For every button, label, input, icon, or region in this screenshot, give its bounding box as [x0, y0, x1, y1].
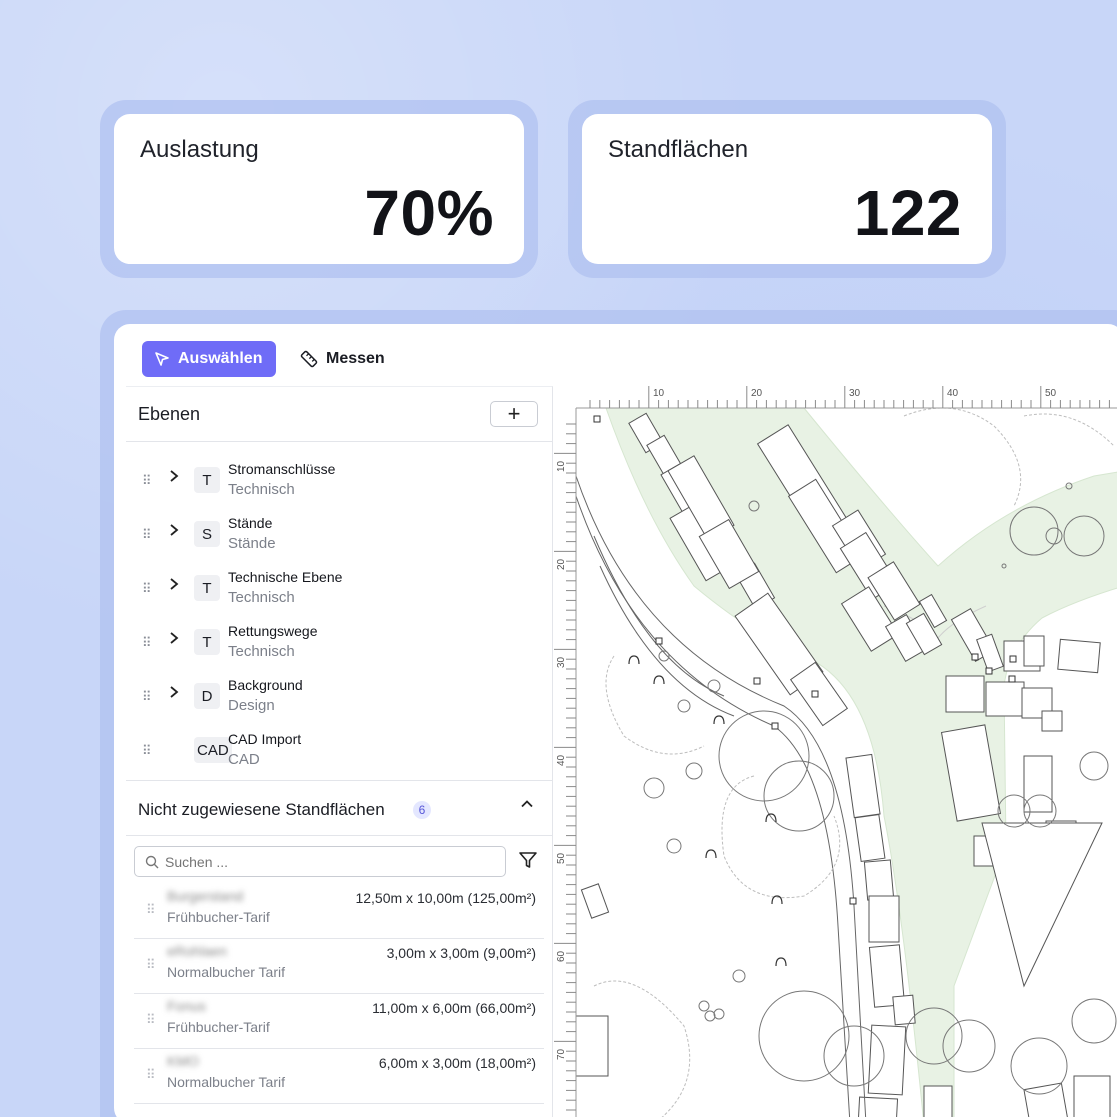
layer-name: Stromanschlüsse	[228, 461, 336, 477]
stand-name: Fonus	[167, 998, 206, 1014]
stand-tariff: Normalbucher Tarif	[167, 1074, 286, 1090]
drag-handle-icon[interactable]: ⠿	[142, 743, 151, 759]
chevron-right-icon[interactable]	[168, 684, 180, 704]
chevron-right-icon[interactable]	[168, 522, 180, 542]
stat-value: 122	[853, 177, 962, 249]
ruler-left-label: 50	[556, 852, 567, 864]
toolbar: Auswählen Messen	[114, 324, 1117, 386]
stand-dimensions: 3,00m x 3,00m (9,00m²)	[386, 945, 536, 961]
stand-dimensions: 11,00m x 6,00m (66,00m²)	[372, 1000, 536, 1016]
stand-name: eRohlaen	[167, 943, 227, 959]
drag-handle-icon[interactable]: ⠿	[142, 473, 151, 489]
stand-row[interactable]: ⠿ eRohlaen Normalbucher Tarif 3,00m x 3,00m…	[134, 939, 544, 994]
drag-handle-icon[interactable]: ⠿	[142, 635, 151, 651]
layer-row[interactable]: ⠿ D Background Design	[126, 673, 552, 727]
stand-tariff: Normalbucher Tarif	[167, 964, 286, 980]
layer-type-badge: CAD	[194, 737, 232, 763]
stand-row[interactable]: ⠿ Fonus Frühbucher-Tarif 11,00m x 6,00m (66…	[134, 994, 544, 1049]
ruler-left-label: 20	[556, 558, 567, 570]
drag-handle-icon[interactable]: ⠿	[146, 1012, 155, 1028]
stat-card-inner: Auslastung 70%	[114, 114, 524, 264]
stat-label: Auslastung	[140, 136, 259, 163]
stand-row[interactable]: ⠿ Burgerstand Frühbucher-Tarif 12,50m x 10,…	[134, 884, 544, 939]
stand-name: Burgerstand	[167, 888, 244, 904]
chevron-up-icon[interactable]	[520, 797, 534, 816]
layers-title: Ebenen	[138, 404, 201, 424]
layer-type: Technisch	[228, 481, 295, 498]
stand-tariff: Frühbucher-Tarif	[167, 1019, 270, 1035]
select-tool-label: Auswählen	[178, 350, 263, 367]
stand-dimensions: 12,50m x 10,00m (125,00m²)	[355, 890, 536, 906]
layer-row[interactable]: ⠿ T Stromanschlüsse Technisch	[126, 457, 552, 511]
floorplan-drawing[interactable]: 10 20 30 40 50 10 20 30 40 50 60 70	[554, 386, 1117, 1117]
stand-search[interactable]	[134, 846, 506, 877]
stat-card-utilization: Auslastung 70%	[100, 100, 538, 278]
layer-name: Technische Ebene	[228, 569, 343, 585]
layer-row[interactable]: ⠿ S Stände Stände	[126, 511, 552, 565]
layer-type: Technisch	[228, 643, 295, 660]
layer-type-badge: T	[194, 467, 220, 493]
drag-handle-icon[interactable]: ⠿	[146, 902, 155, 918]
stat-card-inner: Standflächen 122	[582, 114, 992, 264]
ruler-top-label: 40	[947, 388, 959, 399]
stat-label: Standflächen	[608, 136, 749, 163]
layer-type: Technisch	[228, 589, 295, 606]
ruler-top-label: 10	[653, 388, 665, 399]
stat-value: 70%	[364, 177, 494, 249]
layer-row[interactable]: ⠿ CAD CAD Import CAD	[126, 727, 552, 781]
ruler-top-label: 50	[1045, 388, 1057, 399]
search-input[interactable]	[165, 853, 465, 870]
layer-type: CAD	[228, 751, 260, 768]
layer-row[interactable]: ⠿ T Rettungswege Technisch	[126, 619, 552, 673]
chevron-right-icon[interactable]	[168, 630, 180, 650]
layer-row[interactable]: ⠿ T Technische Ebene Technisch	[126, 565, 552, 619]
layer-type: Stände	[228, 535, 276, 552]
drag-handle-icon[interactable]: ⠿	[142, 527, 151, 543]
ruler-left-label: 60	[556, 950, 567, 962]
layer-name: Stände	[228, 515, 273, 531]
stand-name: KMO	[167, 1053, 199, 1069]
layer-name: Background	[228, 677, 303, 693]
drag-handle-icon[interactable]: ⠿	[142, 581, 151, 597]
stand-tariff: Frühbucher-Tarif	[167, 909, 270, 925]
add-layer-button[interactable]: +	[490, 401, 538, 427]
ruler-top-label: 30	[849, 388, 861, 399]
ruler-left-label: 40	[556, 754, 567, 766]
magnifier-icon	[145, 855, 159, 868]
select-tool-button[interactable]: Auswählen	[142, 341, 277, 377]
layers-header: Ebenen +	[126, 387, 552, 442]
layer-type: Design	[228, 697, 275, 714]
drag-handle-icon[interactable]: ⠿	[146, 957, 155, 973]
drag-handle-icon[interactable]: ⠿	[146, 1067, 155, 1083]
cursor-arrow-icon	[155, 352, 169, 366]
chevron-right-icon[interactable]	[168, 576, 180, 596]
floorplan-editor: Auswählen Messen Ebenen + ⠿ T Stromanschlü…	[114, 324, 1117, 1117]
layer-type-badge: D	[194, 683, 220, 709]
sidebar: Ebenen + ⠿ T Stromanschlüsse Technisch ⠿ S Stä…	[126, 386, 553, 1117]
funnel-icon[interactable]	[518, 850, 538, 875]
layer-type-badge: S	[194, 521, 220, 547]
unassigned-count-badge: 6	[413, 801, 431, 819]
chevron-right-icon[interactable]	[168, 468, 180, 488]
ruler-top-label: 20	[751, 388, 763, 399]
unassigned-header[interactable]: Nicht zugewiesene Standflächen 6	[126, 780, 552, 836]
ruler-left-label: 30	[556, 656, 567, 668]
ruler-icon	[300, 350, 318, 368]
layer-name: Rettungswege	[228, 623, 318, 639]
layer-name: CAD Import	[228, 731, 302, 747]
stand-row[interactable]: ⠿ KMO Normalbucher Tarif 6,00m x 3,00m (18,…	[134, 1049, 544, 1104]
measure-tool-label: Messen	[326, 350, 385, 367]
drag-handle-icon[interactable]: ⠿	[142, 689, 151, 705]
layer-type-badge: T	[194, 629, 220, 655]
unassigned-title: Nicht zugewiesene Standflächen	[138, 800, 385, 819]
stand-dimensions: 6,00m x 3,00m (18,00m²)	[378, 1055, 536, 1071]
ruler-left-label: 10	[556, 460, 567, 472]
stat-card-stands: Standflächen 122	[568, 100, 1006, 278]
floorplan-canvas[interactable]: 10 20 30 40 50 10 20 30 40 50 60 70	[554, 386, 1117, 1117]
ruler-left-label: 70	[556, 1048, 567, 1060]
layer-type-badge: T	[194, 575, 220, 601]
measure-tool-button[interactable]: Messen	[288, 341, 399, 377]
